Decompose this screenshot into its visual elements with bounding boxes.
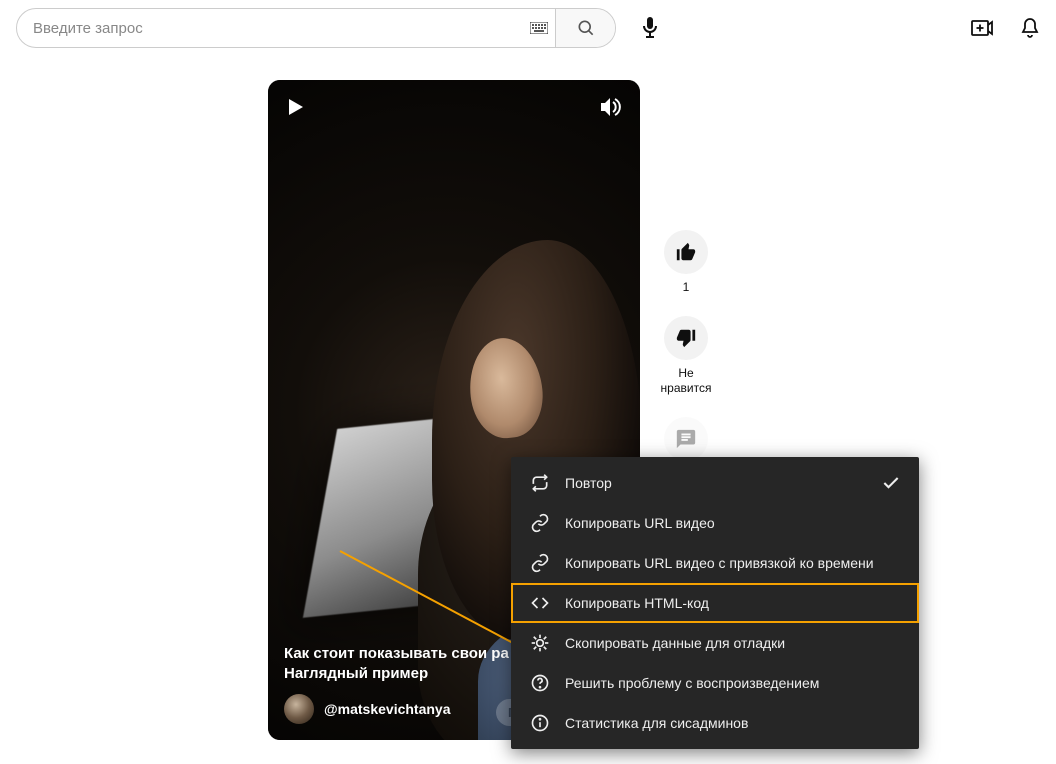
- like-count: 1: [656, 280, 716, 296]
- like-action: 1: [656, 230, 716, 296]
- comments-button[interactable]: [664, 417, 708, 461]
- help-icon: [529, 673, 551, 693]
- notifications-icon[interactable]: [1018, 16, 1042, 40]
- video-author[interactable]: @matskevichtanya: [284, 694, 451, 724]
- dislike-label: Не нравится: [656, 366, 716, 397]
- ctx-item-label: Копировать URL видео с привязкой ко врем…: [565, 555, 874, 571]
- author-handle[interactable]: @matskevichtanya: [324, 701, 451, 717]
- link-icon: [529, 513, 551, 533]
- video-title-line2: Наглядный пример: [284, 665, 428, 682]
- search-input[interactable]: [17, 9, 523, 47]
- ctx-item-stats[interactable]: Статистика для сисадминов: [511, 703, 919, 743]
- voice-search-icon[interactable]: [638, 16, 662, 40]
- ctx-item-copy-url[interactable]: Копировать URL видео: [511, 503, 919, 543]
- play-icon[interactable]: [284, 96, 306, 118]
- volume-icon[interactable]: [598, 96, 622, 118]
- link-icon: [529, 553, 551, 573]
- info-icon: [529, 713, 551, 733]
- create-icon[interactable]: [970, 16, 994, 40]
- ctx-item-label: Повтор: [565, 475, 612, 491]
- search-box: [16, 8, 616, 48]
- ctx-item-copy-html[interactable]: Копировать HTML-код: [511, 583, 919, 623]
- dislike-button[interactable]: [664, 316, 708, 360]
- top-bar: [0, 8, 1056, 48]
- ctx-item-loop[interactable]: Повтор: [511, 463, 919, 503]
- search-button[interactable]: [555, 9, 615, 47]
- context-menu: Повтор Копировать URL видео Копировать U…: [511, 457, 919, 749]
- check-icon: [881, 473, 901, 493]
- like-button[interactable]: [664, 230, 708, 274]
- header-right-icons: [970, 16, 1042, 40]
- keyboard-icon[interactable]: [523, 22, 555, 34]
- ctx-item-label: Копировать HTML-код: [565, 595, 709, 611]
- ctx-item-label: Статистика для сисадминов: [565, 715, 748, 731]
- ctx-item-copy-url-time[interactable]: Копировать URL видео с привязкой ко врем…: [511, 543, 919, 583]
- avatar[interactable]: [284, 694, 314, 724]
- dislike-action: Не нравится: [656, 316, 716, 397]
- loop-icon: [529, 473, 551, 493]
- ctx-item-debug[interactable]: Скопировать данные для отладки: [511, 623, 919, 663]
- bug-icon: [529, 633, 551, 653]
- code-icon: [529, 593, 551, 613]
- ctx-item-label: Решить проблему с воспроизведением: [565, 675, 819, 691]
- ctx-item-label: Копировать URL видео: [565, 515, 715, 531]
- ctx-item-label: Скопировать данные для отладки: [565, 635, 785, 651]
- video-title-line1: Как стоит показывать свои ра: [284, 645, 509, 662]
- ctx-item-troubleshoot[interactable]: Решить проблему с воспроизведением: [511, 663, 919, 703]
